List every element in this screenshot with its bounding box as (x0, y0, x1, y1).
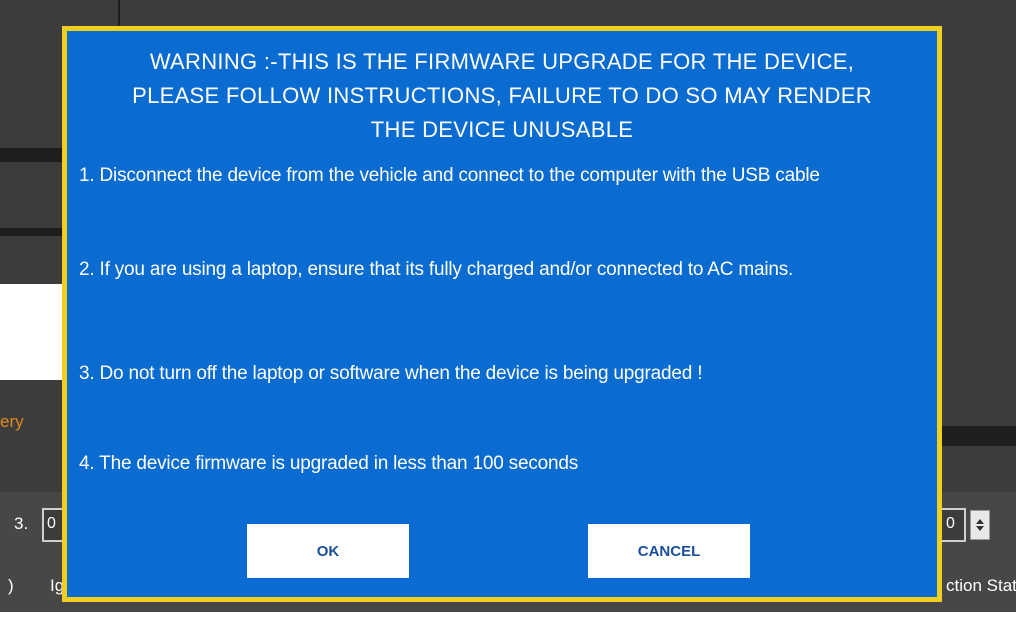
value-input-right-text: 0 (946, 515, 955, 532)
bottom-edge (0, 612, 1016, 624)
number-spinner[interactable] (970, 510, 990, 540)
instruction-2: 2. If you are using a laptop, ensure tha… (79, 259, 794, 280)
left-panel-section-3 (0, 236, 70, 284)
firmware-upgrade-dialog: WARNING :-THIS IS THE FIRMWARE UPGRADE F… (62, 26, 942, 602)
left-panel-section-2 (0, 162, 70, 232)
left-panel-bar-2 (0, 228, 70, 236)
cancel-button[interactable]: CANCEL (588, 524, 750, 578)
instruction-3: 3. Do not turn off the laptop or softwar… (79, 363, 703, 384)
ok-button[interactable]: OK (247, 524, 409, 578)
left-panel-section (0, 60, 70, 160)
right-panel (940, 30, 1016, 426)
instruction-1: 1. Disconnect the device from the vehicl… (79, 165, 820, 186)
warning-heading: WARNING :-THIS IS THE FIRMWARE UPGRADE F… (132, 49, 872, 142)
spinner-down-icon[interactable] (976, 526, 984, 531)
left-panel-section-4 (0, 380, 70, 492)
side-link-partial[interactable]: ery (0, 412, 24, 432)
row-number-label: 3. (14, 514, 29, 533)
spinner-up-icon[interactable] (976, 519, 984, 524)
connection-status-label-partial: ction Stat (946, 576, 1016, 595)
instruction-4: 4. The device firmware is upgraded in le… (79, 453, 579, 474)
right-panel-bar (940, 426, 1016, 446)
left-panel-white-area (0, 284, 70, 380)
left-panel-bar (0, 148, 70, 162)
right-panel-section (940, 446, 1016, 492)
bottom-left-label: ) (8, 576, 14, 595)
value-input-left-text: 0 (47, 515, 56, 532)
